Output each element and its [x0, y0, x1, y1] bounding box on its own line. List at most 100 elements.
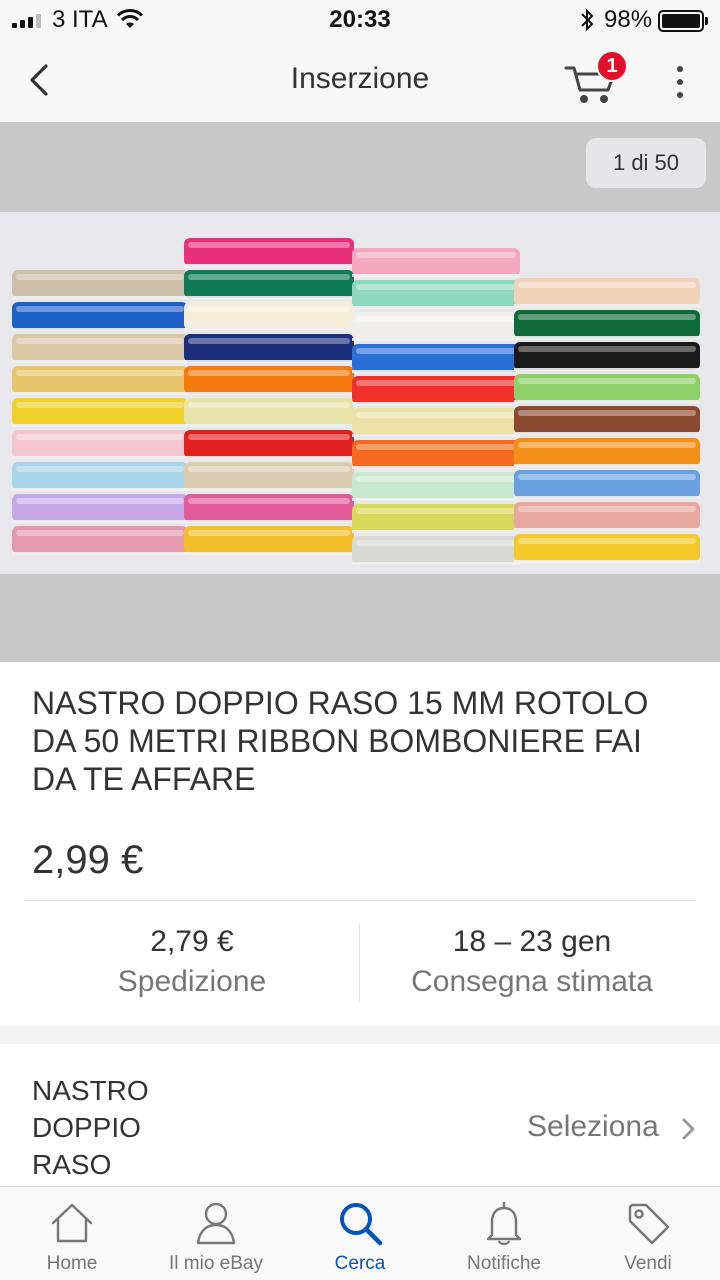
spool-rim [352, 370, 520, 373]
tab-notifications[interactable]: Notifiche [432, 1187, 576, 1280]
ribbon-highlight [518, 314, 696, 320]
spool-rim [184, 488, 354, 491]
column-separator [359, 924, 360, 1002]
spool-rim [184, 520, 354, 523]
ribbon-highlight [356, 316, 516, 322]
item-title: NASTRO DOPPIO RASO 15 MM ROTOLO DA 50 ME… [32, 685, 649, 797]
select-link[interactable]: Seleziona [527, 1110, 659, 1144]
ribbon-highlight [188, 370, 350, 376]
ribbon-highlight [356, 476, 516, 482]
variant-selector[interactable]: NASTRO DOPPIO RASO Seleziona [0, 1044, 720, 1186]
nav-bar: Inserzione 1 [0, 40, 720, 122]
home-icon [51, 1203, 93, 1243]
delivery-info: 18 – 23 gen Consegna stimata [364, 922, 700, 1002]
ribbon-highlight [518, 282, 696, 288]
delivery-dates: 18 – 23 gen [452, 925, 612, 958]
ribbon-highlight [518, 474, 696, 480]
spool-rim [514, 368, 700, 371]
spool-rim [12, 488, 188, 491]
ribbon-highlight [356, 508, 516, 514]
more-options-button[interactable] [668, 62, 692, 102]
delivery-label: Consegna stimata [411, 965, 653, 998]
shipping-cost: 2,79 € [150, 925, 234, 958]
ribbon-highlight [356, 412, 516, 418]
ribbon-highlight [16, 498, 184, 504]
tab-sell[interactable]: Vendi [576, 1187, 720, 1280]
spool-rim [184, 456, 354, 459]
shipping-info: 2,79 € Spedizione [24, 922, 360, 1002]
ribbon-highlight [518, 346, 696, 352]
spool-rim [352, 466, 520, 469]
battery-percent: 98% [604, 6, 653, 33]
variant-name: NASTRO DOPPIO RASO [32, 1075, 149, 1180]
ribbon-highlight [356, 540, 516, 546]
ribbon-highlight [16, 370, 184, 376]
divider [24, 900, 696, 901]
tag-icon [628, 1203, 670, 1245]
tab-bar: Home Il mio eBay Cerca Notifiche Vendi [0, 1186, 720, 1280]
spool-rim [184, 392, 354, 395]
spool-rim [514, 528, 700, 531]
spool-rim [352, 306, 520, 309]
spool-rim [514, 496, 700, 499]
tab-label: Home [46, 1253, 98, 1274]
spool-rim [184, 264, 354, 267]
tab-label: Cerca [334, 1253, 386, 1274]
ribbon-highlight [188, 498, 350, 504]
ribbon-highlight [16, 530, 184, 536]
spool-rim [352, 530, 520, 533]
ribbon-highlight [16, 274, 184, 280]
ribbon-highlight [518, 506, 696, 512]
spool-rim [514, 336, 700, 339]
ribbon-highlight [518, 442, 696, 448]
spool-rim [184, 360, 354, 363]
spool-rim [352, 274, 520, 277]
ribbon-highlight [356, 348, 516, 354]
spool-rim [352, 562, 520, 565]
ribbon-highlight [356, 380, 516, 386]
tab-my-ebay[interactable]: Il mio eBay [144, 1187, 288, 1280]
spool-rim [352, 498, 520, 501]
product-photo[interactable] [0, 212, 720, 574]
item-price: 2,99 € [32, 838, 144, 882]
tab-home[interactable]: Home [0, 1187, 144, 1280]
shipping-label: Spedizione [117, 965, 267, 998]
spool-rim [352, 338, 520, 341]
ribbon-highlight [188, 530, 350, 536]
spool-rim [12, 360, 188, 363]
ribbon-highlight [188, 306, 350, 312]
ribbon-highlight [356, 252, 516, 258]
ribbon-highlight [518, 410, 696, 416]
tab-search[interactable]: Cerca [288, 1187, 432, 1280]
bell-icon [486, 1201, 522, 1246]
photo-counter: 1 di 50 [586, 138, 706, 188]
tab-label: Vendi [624, 1253, 672, 1274]
ribbon-highlight [16, 402, 184, 408]
ribbon-highlight [16, 306, 184, 312]
spool-rim [184, 552, 354, 555]
ribbon-highlight [16, 466, 184, 472]
tab-label: Notifiche [467, 1253, 541, 1274]
spool-rim [352, 402, 520, 405]
ribbon-highlight [356, 284, 516, 290]
ribbon-highlight [188, 338, 350, 344]
ribbon-highlight [518, 378, 696, 384]
search-icon [340, 1203, 383, 1246]
image-gallery[interactable]: 1 di 50 [0, 122, 720, 662]
spool-rim [12, 456, 188, 459]
spool-rim [514, 304, 700, 307]
bluetooth-icon [581, 8, 594, 32]
spool-rim [12, 296, 188, 299]
ribbon-highlight [188, 402, 350, 408]
ribbon-highlight [356, 444, 516, 450]
spool-rim [514, 560, 700, 563]
spool-rim [184, 328, 354, 331]
ribbon-highlight [16, 434, 184, 440]
spool-rim [352, 434, 520, 437]
spool-rim [12, 520, 188, 523]
cart-count-badge: 1 [596, 50, 628, 82]
ribbon-highlight [188, 242, 350, 248]
person-icon [196, 1202, 236, 1245]
spool-rim [12, 424, 188, 427]
spool-rim [514, 464, 700, 467]
